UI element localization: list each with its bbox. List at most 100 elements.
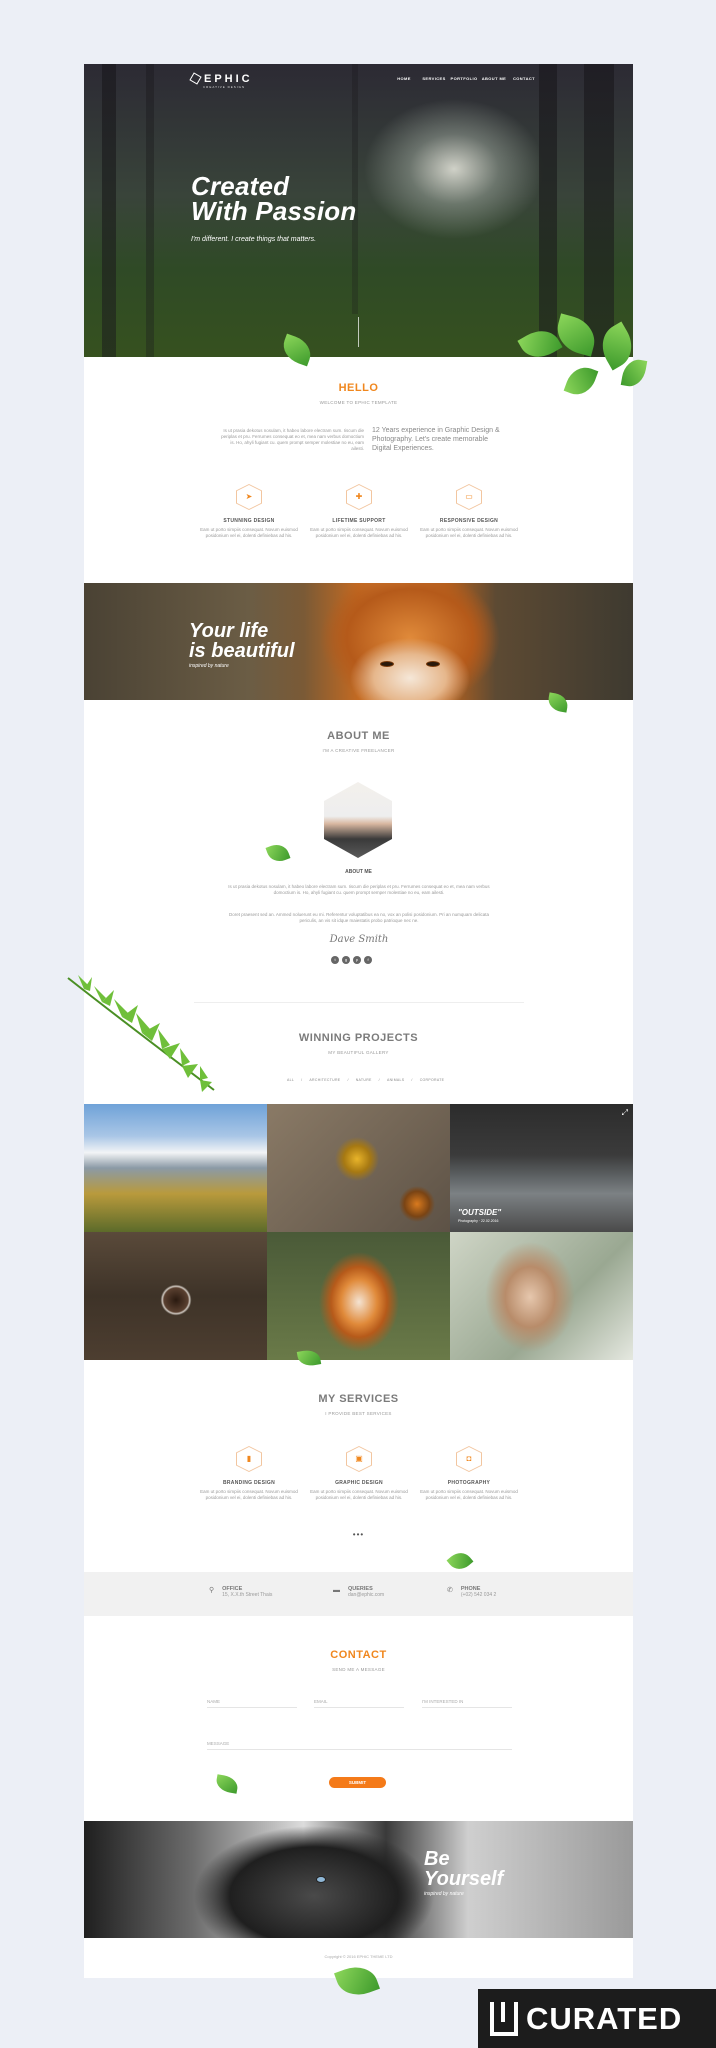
fox-eye [380,661,394,667]
contact-subtitle: SEND ME A MESSAGE [332,1667,385,1672]
info-office: ⚲ OFFICE 15, X.X.th Street Thais [209,1586,272,1598]
banner-title-line2: is beautiful [189,640,295,662]
interest-field[interactable]: I'M INTERESTED IN [422,1695,512,1708]
service-title: GRAPHIC DESIGN [335,1480,383,1486]
service-text: Eam ut porto simpiis consequat. Novum eu… [420,1489,518,1500]
gallery-item-portrait[interactable] [450,1232,633,1360]
hello-quote: 12 Years experience in Graphic Design & … [372,427,500,452]
expand-icon[interactable]: ⤢ [622,1108,628,1118]
nav-contact[interactable]: CONTACT [509,76,539,81]
scroll-indicator[interactable] [358,317,359,347]
submit-button[interactable]: SUBMIT [329,1777,386,1788]
feature-hex: ✚ [346,484,372,510]
gallery-item-pier[interactable]: ⤢ "OUTSIDE" Photography · 22.02.2016 [450,1104,633,1232]
about-text: Is ut prasia dekotus nosulam, it habeo l… [228,884,490,895]
feature-text: Eam ut porto simpiis consequat. Novum eu… [310,527,408,538]
camera-icon: ◘ [457,1447,481,1471]
info-phone: ✆ PHONE (+02) 542 034 2 [447,1586,496,1598]
pinterest-icon[interactable]: p [353,956,361,964]
husky-banner: Be Yourself inspired by nature [84,1821,633,1938]
google-icon[interactable]: g [342,956,350,964]
lifebuoy-icon: ✚ [347,485,371,509]
feature-hex: ➤ [236,484,262,510]
nav-home[interactable]: HOME [389,76,419,81]
about-title: ABOUT ME [327,730,390,742]
service-title: BRANDING DESIGN [222,1480,275,1486]
band-title-line1: Be [424,1848,450,1870]
gallery-item-food[interactable] [267,1104,450,1232]
image-icon: ▣ [347,1447,371,1471]
hello-title: HELLO [338,382,379,394]
filter-corporate[interactable]: CORPORATE [420,1078,445,1082]
contact-title: CONTACT [330,1649,387,1661]
hero-title-line2: With Passion [191,196,357,226]
feature-title: STUNNING DESIGN [223,518,275,524]
nav-services[interactable]: SERVICES [419,76,449,81]
banner-title-line1: Your life [189,620,269,642]
curated-logo-icon [490,2001,518,2036]
service-graphic: ▣ GRAPHIC DESIGN Eam ut porto simpiis co… [304,1446,414,1501]
services-title: MY SERVICES [318,1393,399,1405]
avatar [324,782,392,858]
about-subtitle: I'M A CREATIVE FREELANCER [322,748,395,753]
gallery-filters: ALL / ARCHITECTURE / NATURE / ANIMALS / CORP… [287,1078,445,1082]
feature-title: LIFETIME SUPPORT [332,518,386,524]
feature-title: RESPONSIVE DESIGN [439,518,499,524]
info-value[interactable]: (+02) 542 034 2 [461,1592,496,1598]
brand-name: EPHIC [204,73,253,85]
filter-architecture[interactable]: ARCHITECTURE [309,1078,340,1082]
social-links: t g p f [331,956,372,964]
name-field[interactable]: NAME [207,1695,297,1708]
copyright: Copyright © 2016 EPHIC THEME LTD [324,1954,393,1959]
filter-nature[interactable]: NATURE [356,1078,372,1082]
feature-support: ✚ LIFETIME SUPPORT Eam ut porto simpiis … [304,484,414,539]
banner-subtitle: inspired by nature [189,663,229,669]
banner-title: Your life is beautiful [189,621,295,661]
service-hex: ◘ [456,1446,482,1472]
divider [194,1002,524,1003]
service-text: Eam ut porto simpiis consequat. Novum eu… [200,1489,298,1500]
husky-eye [316,1876,326,1883]
overlay-title: "OUTSIDE" [458,1208,502,1217]
feature-responsive: ▭ RESPONSIVE DESIGN Eam ut porto simpiis… [414,484,524,539]
service-photography: ◘ PHOTOGRAPHY Eam ut porto simpiis conse… [414,1446,524,1501]
gallery-item-mountain[interactable] [84,1104,267,1232]
phone-icon: ✆ [447,1587,453,1594]
hero-title: Created With Passion [191,173,357,226]
gallery-item-coffee[interactable] [84,1232,267,1360]
gallery-item-fox[interactable] [267,1232,450,1360]
gallery-grid: ⤢ "OUTSIDE" Photography · 22.02.2016 [84,1104,633,1361]
nav-portfolio[interactable]: PORTFOLIO [449,76,479,81]
feature-text: Eam ut porto simpiis consequat. Novum eu… [420,527,518,538]
facebook-icon[interactable]: f [364,956,372,964]
hello-text: Is ut prasia dekotus nosulam, it habeo l… [221,428,364,451]
feature-stunning: ➤ STUNNING DESIGN Eam ut porto simpiis c… [194,484,304,539]
map-pin-icon: ⚲ [209,1587,215,1594]
service-hex: ▮ [236,1446,262,1472]
main-nav: HOME SERVICES PORTFOLIO ABOUT ME CONTACT [389,76,539,81]
twitter-icon[interactable]: t [331,956,339,964]
feature-text: Eam ut porto simpiis consequat. Novum eu… [200,527,298,538]
info-value[interactable]: dan@ephic.com [348,1592,384,1598]
band-title: Be Yourself [424,1849,503,1889]
briefcase-icon: ▬ [333,1587,340,1594]
band-title-line2: Yourself [424,1868,504,1890]
info-queries: ▬ QUERIES dan@ephic.com [333,1586,384,1598]
email-field[interactable]: EMAIL [314,1695,404,1708]
more-button[interactable]: ••• [84,1530,633,1539]
info-bar: ⚲ OFFICE 15, X.X.th Street Thais ▬ QUERIE… [84,1572,633,1616]
responsive-icon: ▭ [457,485,481,509]
service-text: Eam ut porto simpiis consequat. Novum eu… [310,1489,408,1500]
feature-hex: ▭ [456,484,482,510]
brand-logo[interactable]: EPHIC CREATIVE DESIGN [189,72,253,89]
logo-icon [189,72,202,85]
filter-animals[interactable]: ANIMALS [387,1078,404,1082]
info-value: 15, X.X.th Street Thais [222,1592,273,1598]
message-field[interactable]: MESSAGE [207,1737,512,1750]
fox-eye [426,661,440,667]
nav-about[interactable]: ABOUT ME [479,76,509,81]
filter-all[interactable]: ALL [287,1078,294,1082]
bookmark-icon: ▮ [237,1447,261,1471]
band-subtitle: inspired by nature [424,1891,464,1897]
fox-banner: Your life is beautiful inspired by natur… [84,583,633,700]
